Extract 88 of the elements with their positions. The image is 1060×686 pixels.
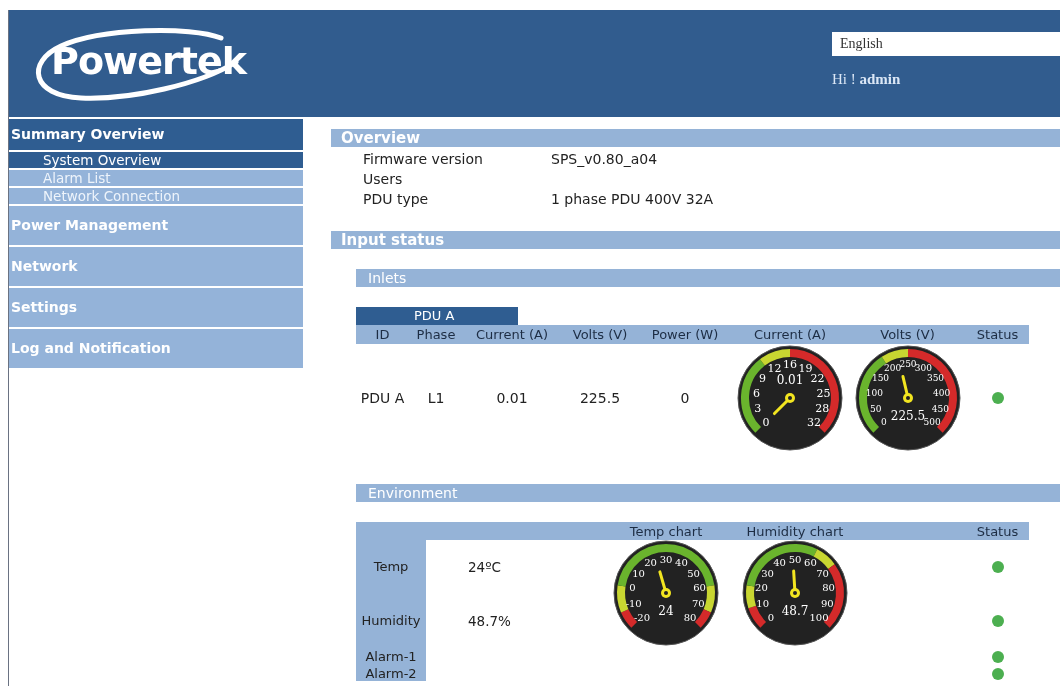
gauge-tick-label: 10 [756,598,770,609]
gauge-tick-label: 350 [926,373,944,384]
gauge-tick-label: 0 [629,582,636,594]
gauge-tick-label: 100 [809,611,829,623]
info-value: SPS_v0.80_a04 [551,149,658,169]
column-header: Power (W) [650,325,720,344]
column-header: Temp chart [601,522,731,540]
gauge-tick-label: 20 [644,557,657,569]
gauge-tick-label: 16 [783,357,797,371]
table-cell-text: 0.01 [495,388,529,408]
gauge-tick-label: -20 [633,611,650,623]
sidebar-item[interactable]: Log and Notification [9,329,303,368]
sidebar-subitem[interactable]: Network Connection [9,188,303,204]
column-header: Current (A) [475,325,549,344]
gauge-tick-label: 32 [807,415,822,429]
gauge-reading: 225.5 [890,409,925,423]
gauge-tick-label: 10 [632,567,645,579]
row-label: Humidity [361,612,421,631]
gauge-tick-label: 12 [767,361,782,375]
gauge-tick-label: 30 [659,553,673,565]
gauge-tick-label: 9 [759,371,766,385]
gauge-tick-label: 90 [820,598,834,609]
row-label: Alarm-2 [365,664,417,683]
column-header: Status [975,325,1020,344]
language-select[interactable]: English [832,32,1060,56]
section-header: Inlets [356,269,1060,287]
table-cell-text: 48.7% [468,611,511,631]
gauge-tick-label: 30 [761,567,774,579]
gauge-tick-label: 50 [687,567,700,579]
row-label: Temp [373,558,409,577]
gauge-tick-label: 60 [693,582,706,594]
column-header: Humidity chart [731,522,859,540]
gauge-tick-label: 40 [773,557,786,569]
gauge-tick-label: 80 [683,611,697,623]
gauge-tick-label: 3 [754,402,762,416]
gauge-tick-label: 50 [788,553,802,565]
gauge-tick-label: 22 [810,371,825,385]
section-header: Overview [331,129,1060,147]
gauge-tick-label: 0 [767,611,775,623]
gauge-tick-label: 0 [762,415,770,429]
gauge-tick-label: 80 [822,582,835,594]
gauge-tick-label: 70 [691,598,705,609]
info-value: 1 phase PDU 400V 32A [551,189,714,209]
gauge-tick-label: 100 [865,387,883,398]
gauge-tick-label: 20 [755,582,768,594]
sidebar-item[interactable]: Network [9,247,303,286]
table-cell-text: PDU A [359,388,406,408]
column-header: Status [966,522,1029,540]
gauge-tick-label: -10 [625,598,642,609]
info-label: PDU type [363,189,430,209]
row-label: Alarm-1 [365,648,417,667]
column-header: Phase [415,325,457,344]
column-header: Current (A) [753,325,827,344]
table-cell-text: 0 [679,388,691,408]
logo: Powertek [21,24,261,104]
table-cell-text: 24ºC [468,557,501,577]
gauge-tick-label: 6 [752,386,760,400]
section-header: Environment [356,484,1060,502]
sidebar-subitem[interactable]: System Overview [9,152,303,168]
gauge-tick-label: 40 [675,557,688,569]
sidebar-item[interactable]: Settings [9,288,303,327]
gauge-needle [790,569,800,598]
gauge-tick-label: 19 [798,361,813,375]
table-cell-text: 225.5 [578,388,622,408]
gauge-needle [900,375,913,403]
gauge-reading: 0.01 [776,373,804,387]
gauge-reading: 48.7 [781,604,809,618]
gauge-tick-label: 60 [804,557,817,569]
info-label: Users [363,169,404,189]
sidebar-item[interactable]: Power Management [9,206,303,245]
gauge-needle [658,570,671,598]
gauge-tick-label: 150 [871,373,889,384]
sidebar-item[interactable]: Summary Overview [9,119,303,150]
gauge-tick-label: 50 [869,403,881,414]
gauge-tick-label: 25 [816,386,831,400]
gauge-needle [772,393,795,416]
gauge-reading: 24 [658,604,674,618]
column-header: Volts (V) [571,325,629,344]
gauge-tick-label: 28 [815,402,830,416]
sidebar-subitem[interactable]: Alarm List [9,170,303,186]
column-header: Volts (V) [879,325,936,344]
column-header: ID [374,325,391,344]
table-cell-text: L1 [426,388,446,408]
gauge-tick-label: 70 [816,567,829,579]
greeting: Hi ! admin [832,70,902,89]
gauge-tick-label: 0 [880,417,887,428]
info-label: Firmware version [363,149,484,169]
section-header: Input status [331,231,1060,249]
